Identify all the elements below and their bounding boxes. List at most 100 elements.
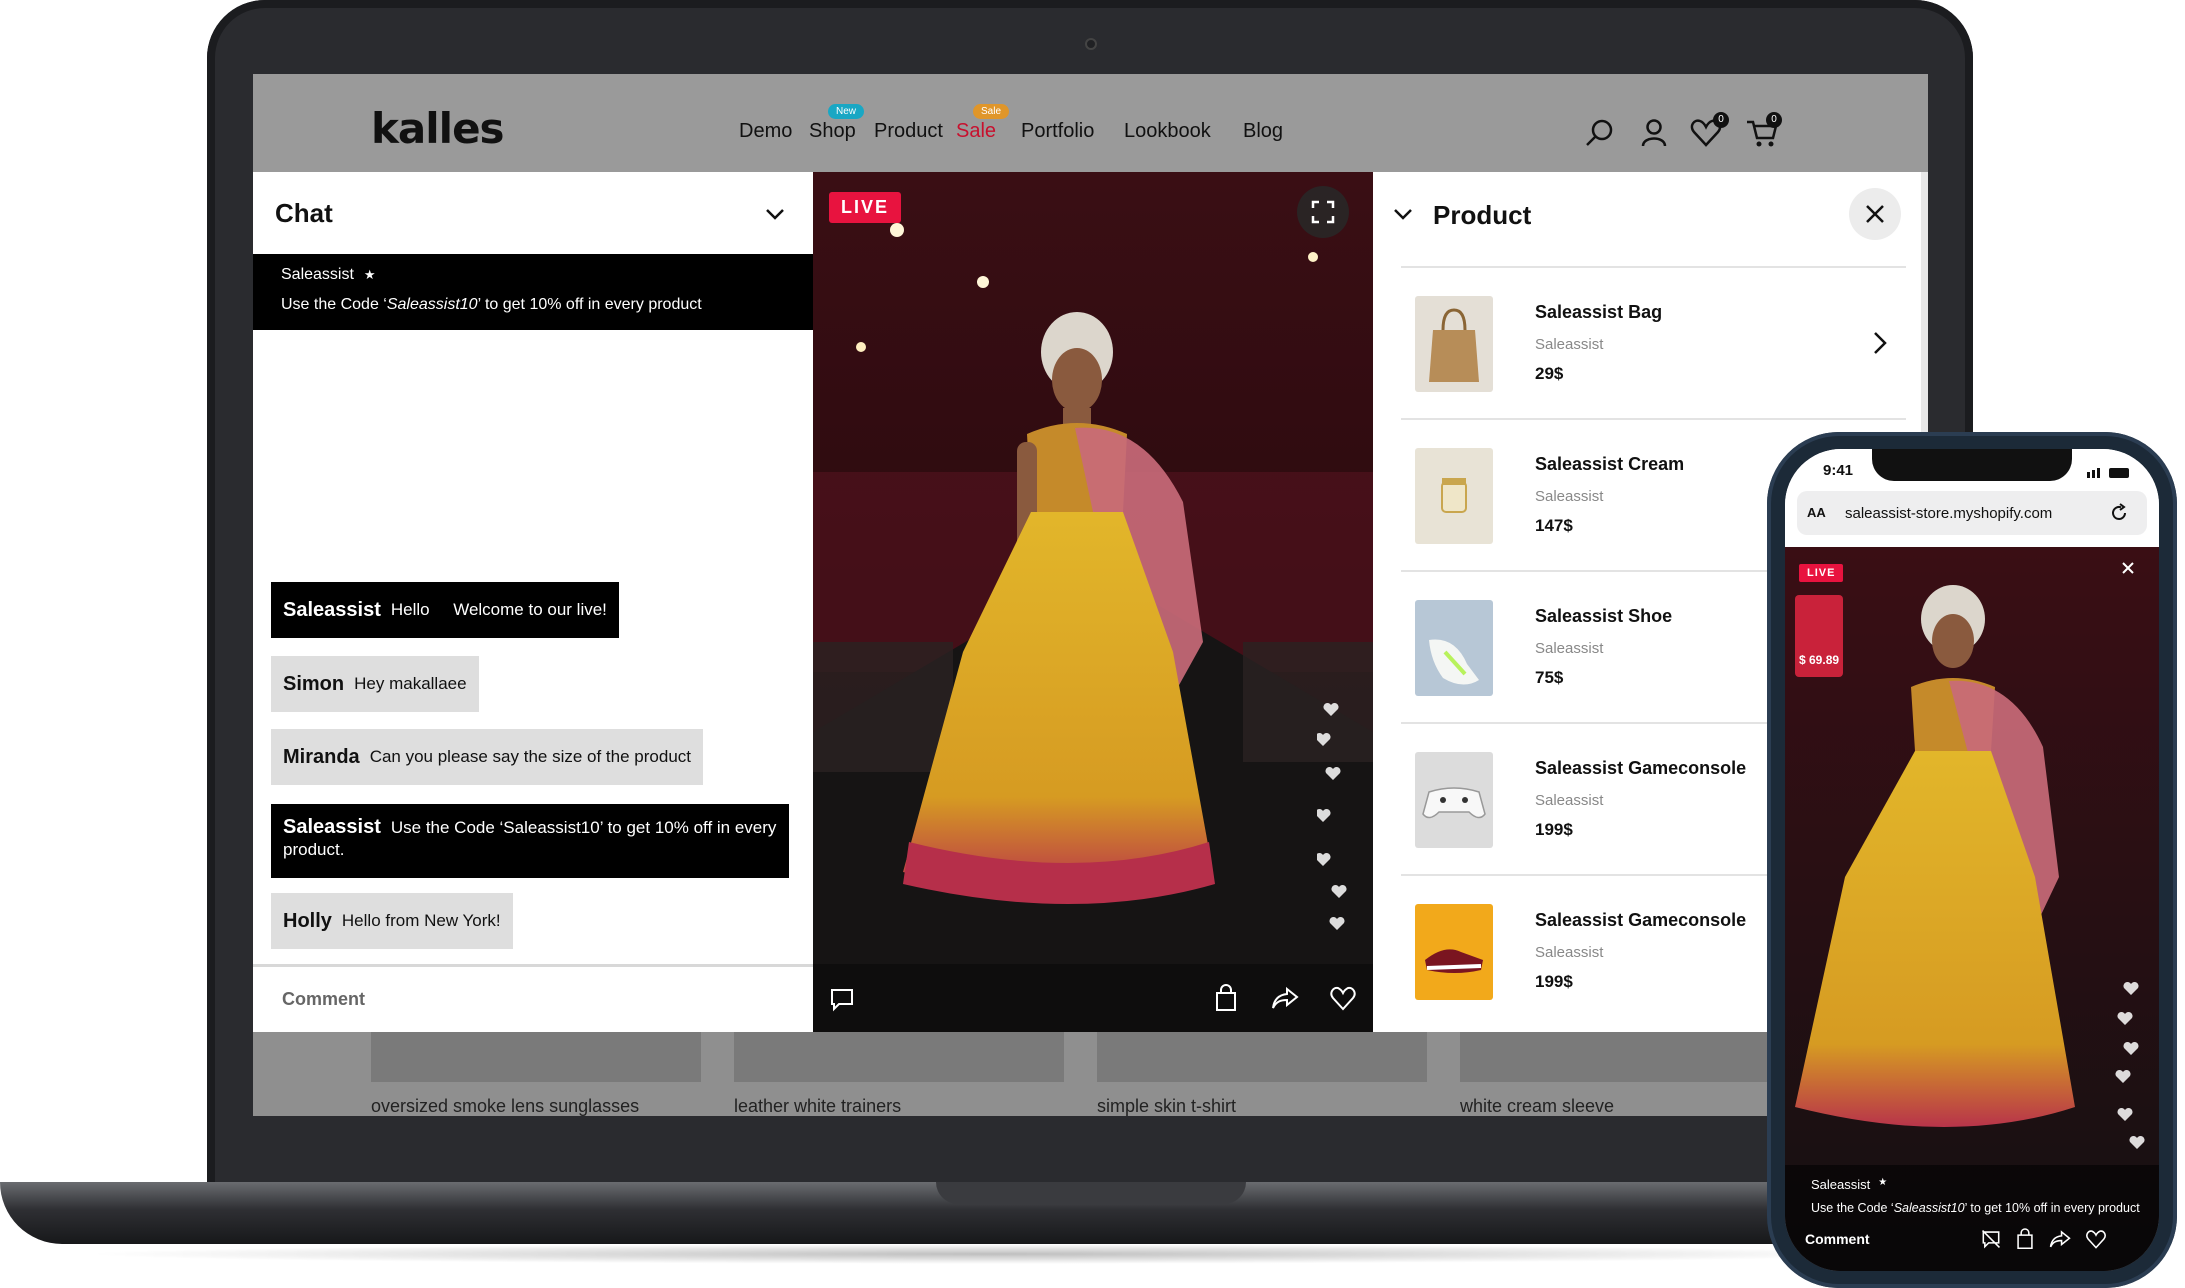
- sneaker-image: [1425, 949, 1483, 973]
- grid-product-caption[interactable]: white cream sleeve: [1460, 1096, 1614, 1116]
- close-icon[interactable]: [2121, 561, 2135, 575]
- product-thumbnail: [1415, 904, 1493, 1000]
- laptop-screen: kalles Demo Shop New Product Sale Sale P…: [253, 74, 1928, 1116]
- grid-product-caption[interactable]: oversized smoke lens sunglasses: [371, 1096, 639, 1116]
- chat-message: Simon Hey makallaee: [271, 656, 479, 712]
- grid-product-image[interactable]: [1460, 1032, 1790, 1082]
- cream-jar-image: [1441, 478, 1467, 513]
- nav-product[interactable]: Product: [874, 120, 943, 143]
- live-badge: LIVE: [829, 192, 902, 223]
- grid-product-caption[interactable]: simple skin t-shirt: [1097, 1096, 1236, 1116]
- chat-message: Saleassist Hello Welcome to our live!: [271, 582, 619, 638]
- nav-lookbook[interactable]: Lookbook: [1124, 120, 1211, 143]
- heart-icon[interactable]: [1329, 984, 1357, 1012]
- product-panel-title: Product: [1433, 200, 1532, 230]
- product-price: 199$: [1535, 972, 1573, 991]
- product-brand: Saleassist: [1535, 336, 1604, 353]
- product-item[interactable]: Saleassist Bag Saleassist 29$: [1401, 266, 1906, 418]
- shopping-bag-icon[interactable]: [2015, 1228, 2035, 1250]
- phone-comment-input[interactable]: Comment: [1805, 1231, 1870, 1247]
- grid-product-image[interactable]: [1097, 1032, 1427, 1082]
- reload-icon[interactable]: [2109, 503, 2129, 523]
- live-video[interactable]: LIVE: [813, 172, 1373, 1032]
- comment-placeholder: Comment: [282, 989, 366, 1009]
- nav-blog[interactable]: Blog: [1243, 120, 1283, 143]
- phone-pinned-author: Saleassist ★: [1811, 1177, 1888, 1192]
- product-price: 199$: [1535, 820, 1573, 839]
- phone-pinned-text: Use the Code ‘Saleassist10’ to get 10% o…: [1811, 1201, 2140, 1215]
- product-thumbnail: [1415, 600, 1493, 696]
- laptop-hinge-notch: [936, 1182, 1246, 1204]
- shoe-image: [1429, 639, 1479, 685]
- pin-icon: ★: [1878, 1177, 1888, 1188]
- phone-live-badge: LIVE: [1799, 564, 1844, 582]
- chat-panel: Chat Saleassist ★ Use the Code ‘Saleassi…: [253, 172, 813, 1032]
- close-icon: [1866, 205, 1884, 223]
- grid-product-image[interactable]: [734, 1032, 1064, 1082]
- product-name: Saleassist Gameconsole: [1535, 910, 1747, 930]
- product-brand: Saleassist: [1535, 944, 1604, 961]
- product-price: 29$: [1535, 364, 1564, 383]
- product-name: Saleassist Cream: [1535, 454, 1685, 474]
- phone-screen: 9:41 AA saleassist-store.myshopify.com L…: [1785, 449, 2159, 1271]
- product-brand: Saleassist: [1535, 640, 1604, 657]
- nav-portfolio[interactable]: Portfolio: [1021, 120, 1094, 143]
- search-icon[interactable]: [1583, 116, 1617, 150]
- shopping-bag-icon[interactable]: [1213, 984, 1239, 1012]
- product-price: 147$: [1535, 516, 1573, 535]
- store-logo[interactable]: kalles: [371, 104, 505, 153]
- chat-message: Miranda Can you please say the size of th…: [271, 729, 703, 785]
- gamepad-image: [1422, 787, 1486, 819]
- phone-notch: [1872, 449, 2072, 481]
- pinned-author: Saleassist: [281, 266, 354, 283]
- share-icon[interactable]: [2049, 1228, 2071, 1250]
- floating-hearts: [1317, 702, 1347, 930]
- nav-demo[interactable]: Demo: [739, 120, 792, 143]
- chevron-right-icon[interactable]: [1871, 330, 1889, 356]
- cart-count: 0: [1766, 112, 1782, 128]
- product-brand: Saleassist: [1535, 488, 1604, 505]
- bag-image: [1429, 308, 1479, 382]
- store-header: kalles Demo Shop New Product Sale Sale P…: [253, 74, 1928, 172]
- laptop-shadow: [80, 1244, 1900, 1264]
- chevron-down-icon[interactable]: [763, 202, 787, 226]
- mini-product-price: $ 69.89: [1799, 653, 1840, 667]
- chat-title: Chat: [275, 198, 333, 228]
- product-thumbnail: [1415, 752, 1493, 848]
- battery-icon: [2087, 465, 2131, 478]
- product-name: Saleassist Shoe: [1535, 606, 1673, 626]
- chevron-down-icon[interactable]: [1391, 202, 1415, 226]
- close-button[interactable]: [1849, 188, 1901, 240]
- runway-video-frame: [813, 172, 1373, 1032]
- product-name: Saleassist Gameconsole: [1535, 758, 1747, 778]
- new-badge: New: [828, 104, 865, 119]
- pin-icon: ★: [363, 267, 376, 282]
- chat-message: Saleassist Use the Code ‘Saleassist10’ to…: [271, 804, 789, 878]
- pinned-text: Use the Code ‘Saleassist10’ to get 10% o…: [281, 296, 702, 313]
- pinned-message: Saleassist ★ Use the Code ‘Saleassist10’…: [253, 254, 813, 330]
- account-icon[interactable]: [1637, 116, 1671, 150]
- grid-product-image[interactable]: [371, 1032, 701, 1082]
- fullscreen-icon: [1311, 200, 1335, 224]
- product-thumbnail: [1415, 448, 1493, 544]
- nav-shop[interactable]: Shop: [809, 120, 856, 143]
- url-text[interactable]: saleassist-store.myshopify.com: [1845, 505, 2052, 522]
- phone-time: 9:41: [1823, 462, 1854, 479]
- heart-icon[interactable]: [2085, 1228, 2107, 1250]
- share-icon[interactable]: [1271, 984, 1299, 1012]
- laptop-camera: [1085, 38, 1097, 50]
- comment-input[interactable]: Comment: [253, 964, 813, 1032]
- product-name: Saleassist Bag: [1535, 302, 1663, 322]
- product-brand: Saleassist: [1535, 792, 1604, 809]
- nav-sale[interactable]: Sale: [956, 120, 996, 143]
- comment-off-icon[interactable]: [1981, 1229, 2001, 1249]
- wishlist-count: 0: [1713, 112, 1729, 128]
- product-price: 75$: [1535, 668, 1564, 687]
- product-thumbnail: [1415, 296, 1493, 392]
- fullscreen-button[interactable]: [1297, 186, 1349, 238]
- comment-icon[interactable]: [829, 986, 855, 1012]
- chat-message: Holly Hello from New York!: [271, 893, 513, 949]
- floating-hearts: [2115, 981, 2145, 1149]
- grid-product-caption[interactable]: leather white trainers: [734, 1096, 901, 1116]
- text-size-button[interactable]: AA: [1807, 505, 1826, 520]
